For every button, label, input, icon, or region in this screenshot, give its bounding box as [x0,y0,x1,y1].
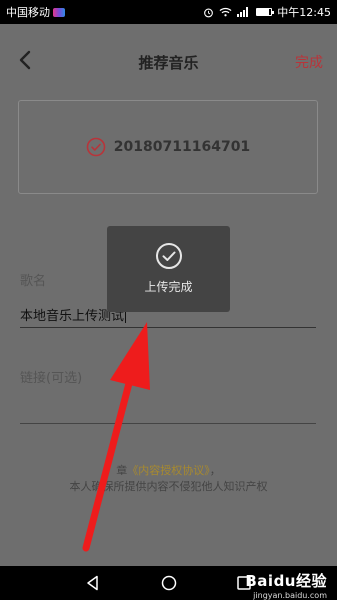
wifi-icon [219,7,232,17]
song-name-label: 歌名 [20,274,47,289]
upload-toast: 上传完成 [107,226,230,312]
baidu-watermark: Baidu经验 jingyan.baidu.com [245,570,327,600]
status-right: 中午12:45 [203,4,331,20]
carrier-badge-icon [53,7,65,17]
check-circle-icon [155,243,182,269]
status-bar: 中国移动 中午12:45 [0,0,337,24]
link-label: 链接(可选) [20,371,83,386]
app-bar: 推荐音乐 完成 [0,24,337,94]
uploaded-file-box[interactable]: 20180711164701 [18,100,318,194]
uploaded-file-name: 20180711164701 [113,139,251,155]
agreement-suffix: ， [209,464,221,477]
signal-icon [237,7,251,17]
ip-promise-text: 本人确保所提供内容不侵犯他人知识产权 [69,480,268,493]
agreement-link[interactable]: 《内容授权协议》 [127,464,210,477]
page-title: 推荐音乐 [138,54,199,72]
done-button[interactable]: 完成 [295,52,323,72]
check-circle-icon [86,137,106,157]
agreement-prefix: 章 [116,464,128,477]
agreement-line: 章《内容授权协议》， [0,462,337,478]
link-input[interactable] [20,400,316,424]
battery-level [257,9,270,15]
battery-icon [256,8,275,16]
toast-message: 上传完成 [144,280,193,294]
home-circle-icon[interactable] [160,574,178,592]
watermark-main: Baidu经验 [245,572,327,590]
phone-screen: 中国移动 中午12:45 推荐音乐 完成 20180711164701 歌名 本… [0,0,337,600]
status-time: 中午12:45 [277,6,331,19]
alarm-icon [203,7,214,18]
carrier-name: 中国移动 [6,6,50,19]
back-triangle-icon[interactable] [84,574,102,592]
status-left: 中国移动 [6,4,65,20]
watermark-sub: jingyan.baidu.com [253,591,327,600]
